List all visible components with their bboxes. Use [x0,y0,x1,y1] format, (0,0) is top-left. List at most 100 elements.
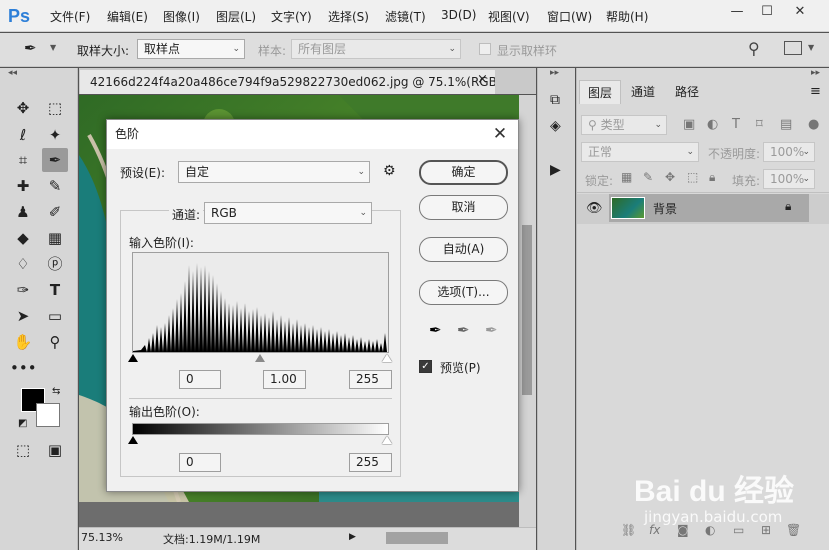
background-color-swatch[interactable] [36,403,60,427]
scroll-thumb[interactable] [522,225,532,395]
blend-mode-select[interactable]: 正常 ⌄ [581,142,699,162]
input-gamma-slider[interactable] [255,354,265,362]
workspace-icon[interactable] [784,41,802,55]
lock-artboard-icon[interactable]: ⬚ [687,170,698,184]
menu-type[interactable]: 文字(Y) [271,8,312,25]
menu-view[interactable]: 视图(V) [488,8,530,25]
actions-play-icon[interactable]: ▶ [550,162,561,178]
layer-row[interactable]: 背景 🔒︎ [609,194,809,222]
crop-tool-icon[interactable]: ⌗ [10,148,36,172]
move-tool-icon[interactable]: ✥ [10,96,36,120]
visibility-eye-icon[interactable]: 👁︎ [586,201,603,216]
preset-select[interactable]: 自定 ⌄ [178,161,370,183]
history-brush-icon[interactable]: ✐ [42,200,68,224]
lasso-tool-icon[interactable]: ℓ [10,123,36,147]
healing-brush-icon[interactable]: ✚ [10,174,36,198]
gradient-tool-icon[interactable]: ▦ [42,226,68,250]
menu-image[interactable]: 图像(I) [163,8,200,25]
default-colors-icon[interactable]: ◩ [18,418,27,429]
tab-channels[interactable]: 通道 [623,80,663,104]
menu-3d[interactable]: 3D(D) [441,8,476,22]
menu-select[interactable]: 选择(S) [328,8,369,25]
history-panel-icon[interactable]: ⧉ [550,92,560,108]
horizontal-scroll-thumb[interactable] [386,532,448,544]
output-white-field[interactable]: 255 [349,453,392,472]
output-white-slider[interactable] [382,436,392,444]
fill-field[interactable]: 100% ⌄ [763,169,815,189]
shape-tool-icon[interactable]: ▭ [42,304,68,328]
ok-button[interactable]: 确定 [419,160,508,185]
dodge-tool-icon[interactable]: ⓟ [42,252,68,276]
eraser-tool-icon[interactable]: ◆ [10,226,36,250]
menu-filter[interactable]: 滤镜(T) [385,8,426,25]
type-tool-icon[interactable]: T [42,278,68,302]
screen-mode-icon[interactable]: ▣ [42,438,68,462]
input-black-slider[interactable] [128,354,138,362]
swap-colors-icon[interactable]: ⇆ [52,386,60,397]
clone-stamp-icon[interactable]: ♟ [10,200,36,224]
close-window-button[interactable]: ✕ [790,3,810,21]
vertical-scrollbar[interactable] [519,95,536,527]
tab-paths[interactable]: 路径 [667,80,707,104]
sample-select[interactable]: 所有图层 ⌄ [291,39,461,59]
preset-gear-icon[interactable]: ⚙ [383,163,396,179]
options-button[interactable]: 选项(T)... [419,280,508,305]
gray-eyedropper-icon[interactable]: ✒ [457,321,470,339]
menu-file[interactable]: 文件(F) [50,8,90,25]
menu-layer[interactable]: 图层(L) [216,8,256,25]
pixel-filter-icon[interactable]: ▣ [683,117,695,132]
output-black-slider[interactable] [128,436,138,444]
zoom-tool-icon[interactable]: ⚲ [42,330,68,354]
minimize-button[interactable]: — [727,3,747,21]
input-white-slider[interactable] [382,354,392,362]
input-white-field[interactable]: 255 [349,370,392,389]
lock-transparent-icon[interactable]: ▦ [621,170,632,184]
quick-mask-icon[interactable]: ⬚ [10,438,36,462]
chevron-down-icon[interactable]: ▼ [50,43,56,52]
opacity-field[interactable]: 100% ⌄ [763,142,815,162]
expand-icon[interactable]: ▸▸ [550,68,559,78]
input-black-field[interactable]: 0 [179,370,221,389]
eyedropper-preset-icon[interactable]: ✒ [24,39,37,57]
layer-kind-filter[interactable]: ⚲ 类型 ⌄ [581,115,667,135]
more-tools-icon[interactable]: ••• [10,356,37,380]
eyedropper-tool-icon[interactable]: ✒ [42,148,68,172]
maximize-button[interactable]: ☐ [757,3,777,21]
input-gamma-field[interactable]: 1.00 [263,370,306,389]
hand-tool-icon[interactable]: ✋ [10,330,36,354]
document-tab[interactable]: 42166d224f4a20a486ce794f9a529822730ed062… [80,70,495,94]
preview-checkbox[interactable]: ✓ [419,360,432,373]
chevron-down-icon[interactable]: ▼ [808,43,814,52]
pen-tool-icon[interactable]: ✑ [10,278,36,302]
path-select-icon[interactable]: ➤ [10,304,36,328]
blur-tool-icon[interactable]: ♢ [10,252,36,276]
close-tab-icon[interactable]: × [477,72,488,87]
panel-menu-icon[interactable]: ≡ [810,84,821,99]
white-eyedropper-icon[interactable]: ✒ [485,321,498,339]
filter-toggle-icon[interactable]: ● [808,117,819,132]
shape-filter-icon[interactable]: ⌑ [756,117,763,132]
lock-pixels-icon[interactable]: ✎ [643,170,653,184]
black-eyedropper-icon[interactable]: ✒ [429,321,442,339]
magic-wand-icon[interactable]: ✦ [42,123,68,147]
collapse-panel-icon[interactable]: ▸▸ [811,68,820,78]
zoom-level[interactable]: 75.13% [81,531,123,544]
3d-panel-icon[interactable]: ◈ [550,118,561,134]
smart-object-filter-icon[interactable]: ▤ [780,117,792,132]
output-black-field[interactable]: 0 [179,453,221,472]
collapse-icon[interactable]: ◂◂ [8,68,17,78]
adjustment-filter-icon[interactable]: ◐ [707,117,718,132]
show-ring-checkbox[interactable] [479,43,491,55]
channel-select[interactable]: RGB ⌄ [204,202,372,224]
tab-layers[interactable]: 图层 [579,80,622,104]
cancel-button[interactable]: 取消 [419,195,508,220]
brush-tool-icon[interactable]: ✎ [42,174,68,198]
marquee-tool-icon[interactable]: ⬚ [42,96,68,120]
type-filter-icon[interactable]: T [732,117,740,132]
search-icon[interactable]: ⚲ [748,39,760,58]
sample-size-select[interactable]: 取样点 ⌄ [137,39,245,59]
dialog-close-button[interactable]: ✕ [490,123,510,145]
menu-window[interactable]: 窗口(W) [547,8,592,25]
lock-position-icon[interactable]: ✥ [665,170,675,184]
auto-button[interactable]: 自动(A) [419,237,508,262]
